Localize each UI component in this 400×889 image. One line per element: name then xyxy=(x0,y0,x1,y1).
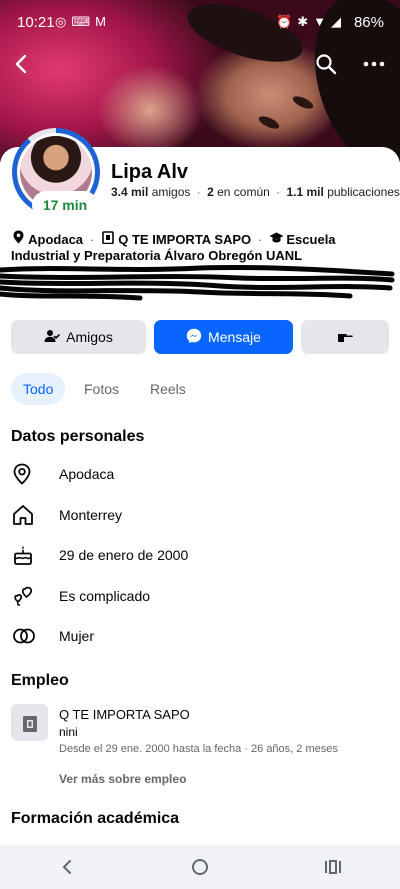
friends-button[interactable]: Amigos xyxy=(11,320,146,354)
personal-item-location[interactable]: Apodaca xyxy=(12,457,382,491)
wifi-icon: ▼ xyxy=(313,14,331,29)
redaction-scribble xyxy=(0,264,395,301)
personal-item-hometown[interactable]: Monterrey xyxy=(12,498,382,532)
work-building-icon xyxy=(101,230,115,248)
profile-name: Lipa Alv xyxy=(111,161,189,183)
signal-icon: ◢ xyxy=(331,14,346,29)
battery-level: 86% xyxy=(353,14,384,31)
personal-item-label: Mujer xyxy=(59,628,95,644)
job-role: nini xyxy=(59,725,78,739)
personal-item-label: Es complicado xyxy=(59,588,151,604)
status-app-icons: ◎⌨M xyxy=(55,14,111,30)
hearts-icon xyxy=(12,585,48,607)
job-dates: Desde el 29 ene. 2000 hasta la fecha · 2… xyxy=(59,743,338,755)
status-system-icons: ⏰✱▼◢ xyxy=(276,14,346,30)
intro-separator: · xyxy=(257,232,263,247)
message-button[interactable]: Mensaje xyxy=(154,320,293,354)
see-more-employment-link[interactable]: Ver más sobre empleo xyxy=(59,772,186,786)
back-button[interactable] xyxy=(8,50,36,78)
graduation-cap-icon xyxy=(269,232,284,248)
alarm-icon: ⏰ xyxy=(276,14,298,29)
intro-workplace[interactable]: Q TE IMPORTA SAPO xyxy=(118,232,251,247)
system-nav-bar xyxy=(0,845,400,889)
recents-icon xyxy=(325,860,342,874)
intro-location[interactable]: Apodaca xyxy=(28,232,83,247)
chevron-left-icon xyxy=(15,54,27,74)
posts-count[interactable]: 1.1 mil xyxy=(287,185,324,199)
mutual-count[interactable]: 2 xyxy=(207,185,214,199)
messenger-icon xyxy=(186,328,202,347)
pointing-hand-icon xyxy=(337,329,353,346)
job-company[interactable]: Q TE IMPORTA SAPO xyxy=(59,707,190,722)
status-time: 10:21 xyxy=(17,14,55,31)
friends-label: amigos xyxy=(151,185,191,199)
game-controller-icon: ⌨ xyxy=(71,14,96,29)
profile-intro: Apodaca · Q TE IMPORTA SAPO · Escuela In… xyxy=(11,230,391,264)
more-dots-icon xyxy=(363,61,385,67)
message-button-label: Mensaje xyxy=(208,329,261,345)
search-button[interactable] xyxy=(312,50,340,78)
stats-separator: · xyxy=(276,185,281,199)
personal-item-gender[interactable]: Mujer xyxy=(12,619,382,653)
posts-label: publicaciones xyxy=(327,185,400,199)
chevron-left-icon xyxy=(62,860,71,874)
education-section-title: Formación académica xyxy=(11,810,180,827)
nav-home-button[interactable] xyxy=(170,845,230,889)
personal-item-label: Monterrey xyxy=(59,507,123,523)
friends-check-icon xyxy=(44,329,60,346)
tab-reels[interactable]: Reels xyxy=(138,373,198,405)
location-pin-icon xyxy=(12,463,48,485)
profile-stats: 3.4 mil amigos · 2 en común · 1.1 mil pu… xyxy=(111,185,400,199)
active-status-badge: 17 min xyxy=(34,193,96,217)
intro-separator: · xyxy=(89,232,95,247)
home-icon xyxy=(12,504,48,526)
cover-eye-shape xyxy=(257,113,281,132)
gmail-icon: M xyxy=(95,14,111,29)
stats-separator: · xyxy=(196,185,201,199)
personal-section-title: Datos personales xyxy=(11,428,145,445)
personal-item-relationship[interactable]: Es complicado xyxy=(12,579,382,613)
work-building-icon xyxy=(11,704,48,741)
personal-item-birthday[interactable]: 29 de enero de 2000 xyxy=(12,538,382,572)
more-options-button[interactable] xyxy=(360,50,388,78)
cover-eye-shape xyxy=(291,93,315,112)
tab-todo[interactable]: Todo xyxy=(11,373,66,405)
birthday-cake-icon xyxy=(12,544,48,566)
personal-item-label: 29 de enero de 2000 xyxy=(59,547,189,563)
bluetooth-icon: ✱ xyxy=(297,14,314,29)
search-icon xyxy=(316,54,337,75)
whatsapp-icon: ◎ xyxy=(55,14,72,29)
personal-item-label: Apodaca xyxy=(59,466,115,482)
interlocking-rings-icon xyxy=(12,625,48,647)
status-bar: 10:21 ◎⌨M ⏰✱▼◢ 86% xyxy=(0,0,400,44)
friends-button-label: Amigos xyxy=(66,329,113,345)
mutual-label: en común xyxy=(217,185,270,199)
nav-back-button[interactable] xyxy=(37,845,97,889)
friends-count[interactable]: 3.4 mil xyxy=(111,185,148,199)
poke-button[interactable] xyxy=(301,320,389,354)
employment-section-title: Empleo xyxy=(11,672,69,689)
location-pin-icon xyxy=(11,230,25,248)
home-circle-icon xyxy=(191,859,208,875)
nav-recents-button[interactable] xyxy=(303,845,363,889)
tab-fotos[interactable]: Fotos xyxy=(72,373,131,405)
